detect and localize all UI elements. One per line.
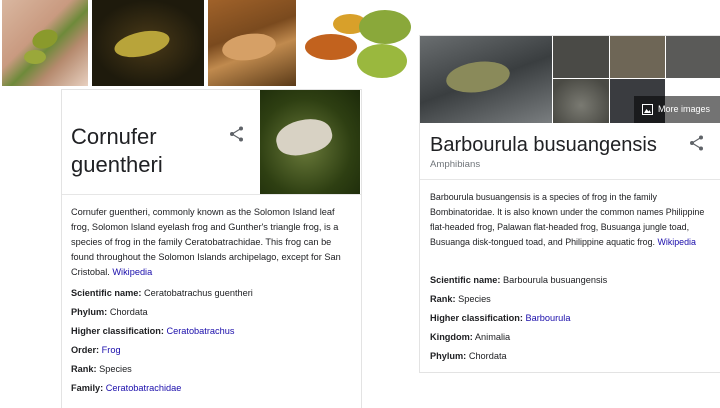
frog-photo-moss[interactable] bbox=[260, 90, 360, 194]
frog-photo-grey[interactable] bbox=[666, 36, 720, 78]
knowledge-panel-barbourula: More images Barbourula busuangensis Amph… bbox=[420, 36, 720, 372]
fact-scientific-name: Scientific name: Ceratobatrachus guenthe… bbox=[71, 288, 253, 298]
fact-higher-classification: Higher classification: Ceratobatrachus bbox=[71, 326, 235, 336]
frog-photo-dark[interactable] bbox=[553, 36, 609, 78]
wikipedia-link[interactable]: Wikipedia bbox=[112, 267, 152, 277]
fact-family: Family: Ceratobatrachidae bbox=[71, 383, 182, 393]
more-images-button[interactable]: More images bbox=[634, 96, 720, 123]
fact-rank: Rank: Species bbox=[430, 294, 491, 304]
share-icon[interactable] bbox=[688, 134, 706, 152]
panel-title: Cornufer guentheri bbox=[71, 124, 163, 177]
fact-order: Order: Frog bbox=[71, 345, 121, 355]
higher-classification-link[interactable]: Ceratobatrachus bbox=[166, 326, 234, 336]
panel-subtitle: Amphibians bbox=[430, 159, 481, 170]
panel-description: Cornufer guentheri, commonly known as th… bbox=[71, 207, 341, 277]
fact-kingdom: Kingdom: Animalia bbox=[430, 332, 511, 342]
fact-rank: Rank: Species bbox=[71, 364, 132, 374]
frog-photo-toad[interactable] bbox=[553, 79, 609, 123]
higher-classification-link[interactable]: Barbourula bbox=[525, 313, 570, 323]
fact-phylum: Phylum: Chordata bbox=[71, 307, 148, 317]
order-link[interactable]: Frog bbox=[102, 345, 121, 355]
divider bbox=[62, 194, 361, 195]
frog-photo-main[interactable] bbox=[420, 36, 552, 123]
panel-description: Barbourula busuangensis is a species of … bbox=[430, 192, 705, 247]
fact-scientific-name: Scientific name: Barbourula busuangensis bbox=[430, 275, 608, 285]
family-link[interactable]: Ceratobatrachidae bbox=[106, 383, 182, 393]
fact-phylum: Phylum: Chordata bbox=[430, 351, 507, 361]
more-images-label: More images bbox=[658, 104, 711, 114]
frog-photo-leaf[interactable] bbox=[92, 0, 204, 86]
fact-higher-classification: Higher classification: Barbourula bbox=[430, 313, 571, 323]
panel-title: Barbourula busuangensis bbox=[430, 134, 657, 156]
image-icon bbox=[642, 104, 653, 115]
frog-photo-litter[interactable] bbox=[208, 0, 296, 86]
frog-photo-group[interactable] bbox=[301, 0, 417, 86]
frog-photo-mud[interactable] bbox=[610, 36, 665, 78]
knowledge-panel-cornufer: Cornufer guentheri Cornufer guentheri, c… bbox=[62, 90, 361, 408]
frog-photo-hand[interactable] bbox=[2, 0, 88, 86]
wikipedia-link[interactable]: Wikipedia bbox=[657, 237, 695, 247]
share-icon[interactable] bbox=[228, 125, 246, 143]
divider bbox=[420, 179, 720, 180]
